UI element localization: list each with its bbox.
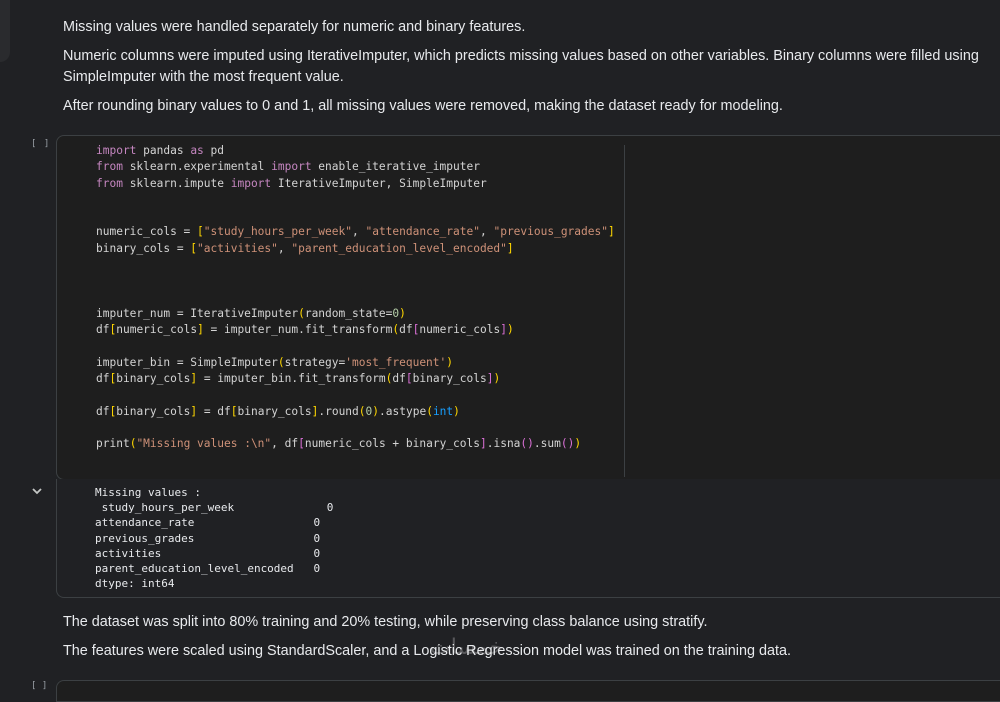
output-text: Missing values : study_hours_per_week 0 … <box>95 486 334 591</box>
paragraph: After rounding binary values to 0 and 1,… <box>63 98 783 114</box>
run-cell-button-next[interactable]: [ ] <box>31 681 47 691</box>
paragraph: The dataset was split into 80% training … <box>63 614 708 630</box>
next-code-cell[interactable] <box>56 680 1000 702</box>
paragraph: Numeric columns were imputed using Itera… <box>63 48 979 85</box>
paragraph: Missing values were handled separately f… <box>63 19 526 35</box>
chevron-down-icon[interactable] <box>28 484 46 502</box>
markdown-cell-top[interactable]: Missing values were handled separately f… <box>63 17 980 125</box>
paragraph: The features were scaled using StandardS… <box>63 643 791 659</box>
run-cell-button[interactable]: [ ] <box>31 139 50 149</box>
markdown-cell-bottom[interactable]: The dataset was split into 80% training … <box>63 612 980 670</box>
ruler-divider <box>624 145 625 477</box>
left-edge-panel <box>0 0 10 62</box>
watermark-logo: خمسات <box>430 635 504 660</box>
code-editor[interactable]: import pandas as pd from sklearn.experim… <box>96 143 615 453</box>
